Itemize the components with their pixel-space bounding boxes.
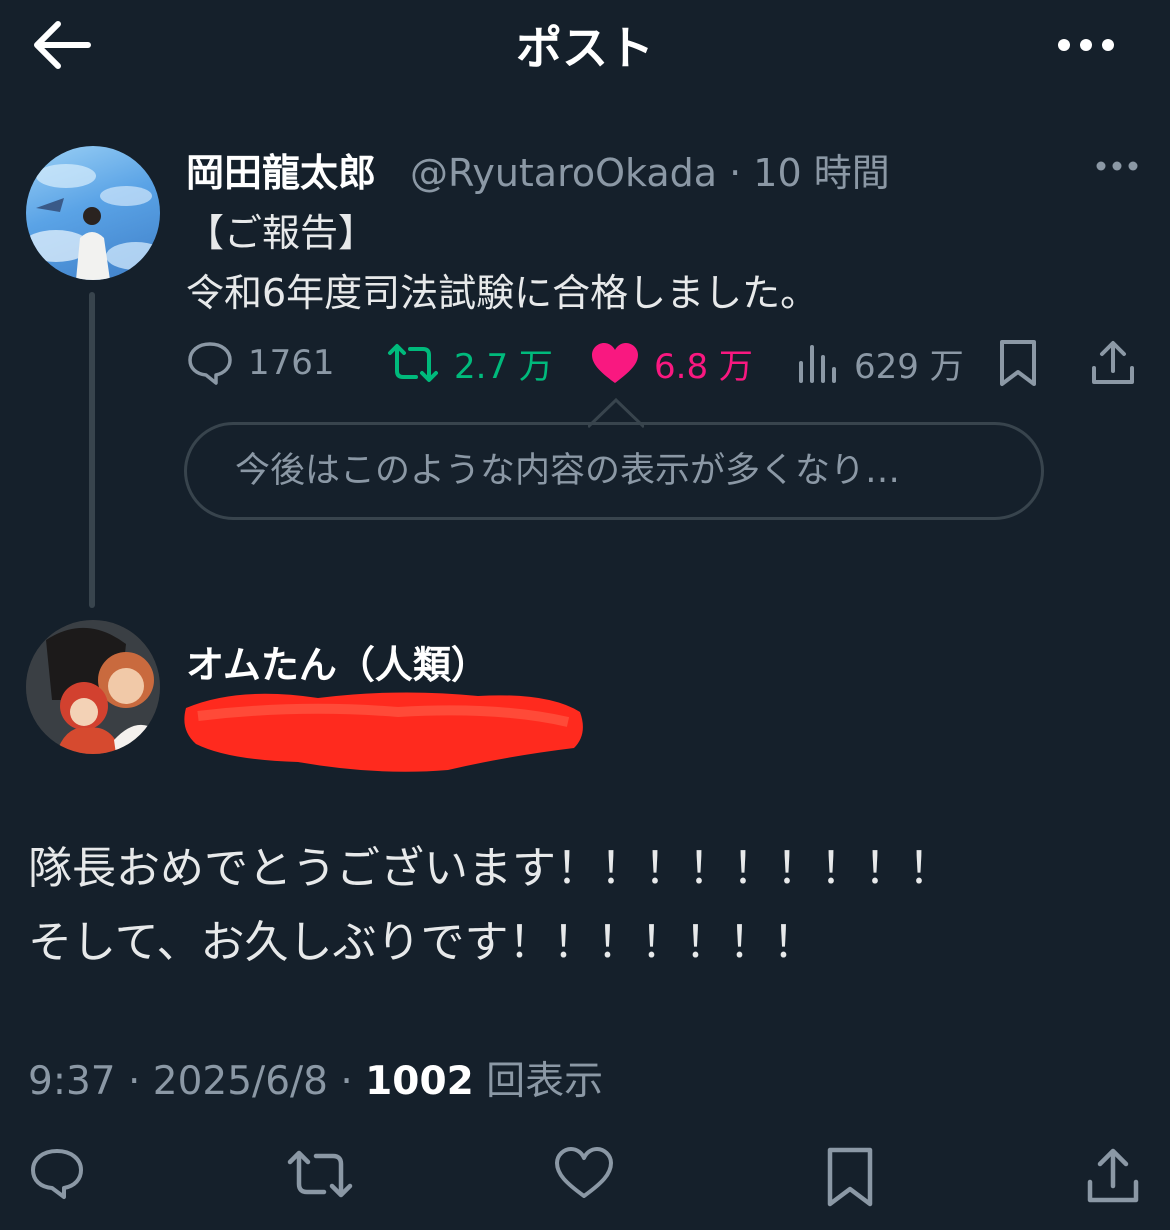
like-button[interactable]: 6.8 万 [590, 338, 753, 388]
post-meta: 9:37 · 2025/6/8 · 1002 回表示 [28, 1059, 604, 1104]
share-button[interactable] [1088, 338, 1138, 388]
repost-icon [386, 341, 440, 385]
post-more-icon[interactable] [1094, 154, 1140, 178]
views-button[interactable]: 629 万 [796, 338, 964, 388]
avatar[interactable] [26, 146, 160, 280]
like-count: 6.8 万 [654, 346, 753, 387]
reply-icon[interactable] [28, 1146, 86, 1202]
post-text-line: 【ご報告】 [186, 211, 377, 255]
redacted-handle [178, 678, 590, 782]
bookmark-button[interactable] [996, 338, 1040, 388]
share-icon [1088, 338, 1138, 388]
avatar[interactable] [26, 620, 160, 754]
reply-text-line: そして、お久しぶりです！！！！！！！ [28, 917, 817, 968]
page-title: ポスト [516, 21, 654, 75]
reply-text-line: 隊長おめでとうございます！！！！！！！！！ [28, 843, 952, 894]
reply-icon [186, 340, 234, 386]
more-options-icon[interactable] [1054, 28, 1118, 62]
view-count: 629 万 [854, 346, 964, 387]
repost-button[interactable]: 2.7 万 [386, 338, 553, 388]
views-label[interactable]: 回表示 [486, 1059, 603, 1104]
post-date: 2025/6/8 [152, 1059, 328, 1104]
reply-button[interactable]: 1761 [186, 338, 335, 388]
suggestion-prompt[interactable]: 今後はこのような内容の表示が多くなり… [184, 422, 1044, 520]
heart-filled-icon [590, 341, 640, 385]
like-icon[interactable] [554, 1146, 614, 1200]
views-count[interactable]: 1002 [365, 1059, 474, 1104]
bookmark-icon[interactable] [824, 1146, 876, 1208]
share-icon[interactable] [1084, 1146, 1142, 1206]
post-time: 9:37 [28, 1059, 116, 1104]
post-text-line: 令和6年度司法試験に合格しました。 [186, 271, 819, 315]
analytics-icon [796, 341, 840, 385]
repost-count: 2.7 万 [454, 346, 553, 387]
author-handle-time[interactable]: @RyutaroOkada · 10 時間 [410, 142, 890, 197]
bookmark-icon [996, 338, 1040, 388]
repost-icon[interactable] [286, 1146, 354, 1202]
thread-line [89, 292, 95, 608]
reply-count: 1761 [248, 343, 335, 383]
author-name[interactable]: 岡田龍太郎 [186, 142, 376, 197]
